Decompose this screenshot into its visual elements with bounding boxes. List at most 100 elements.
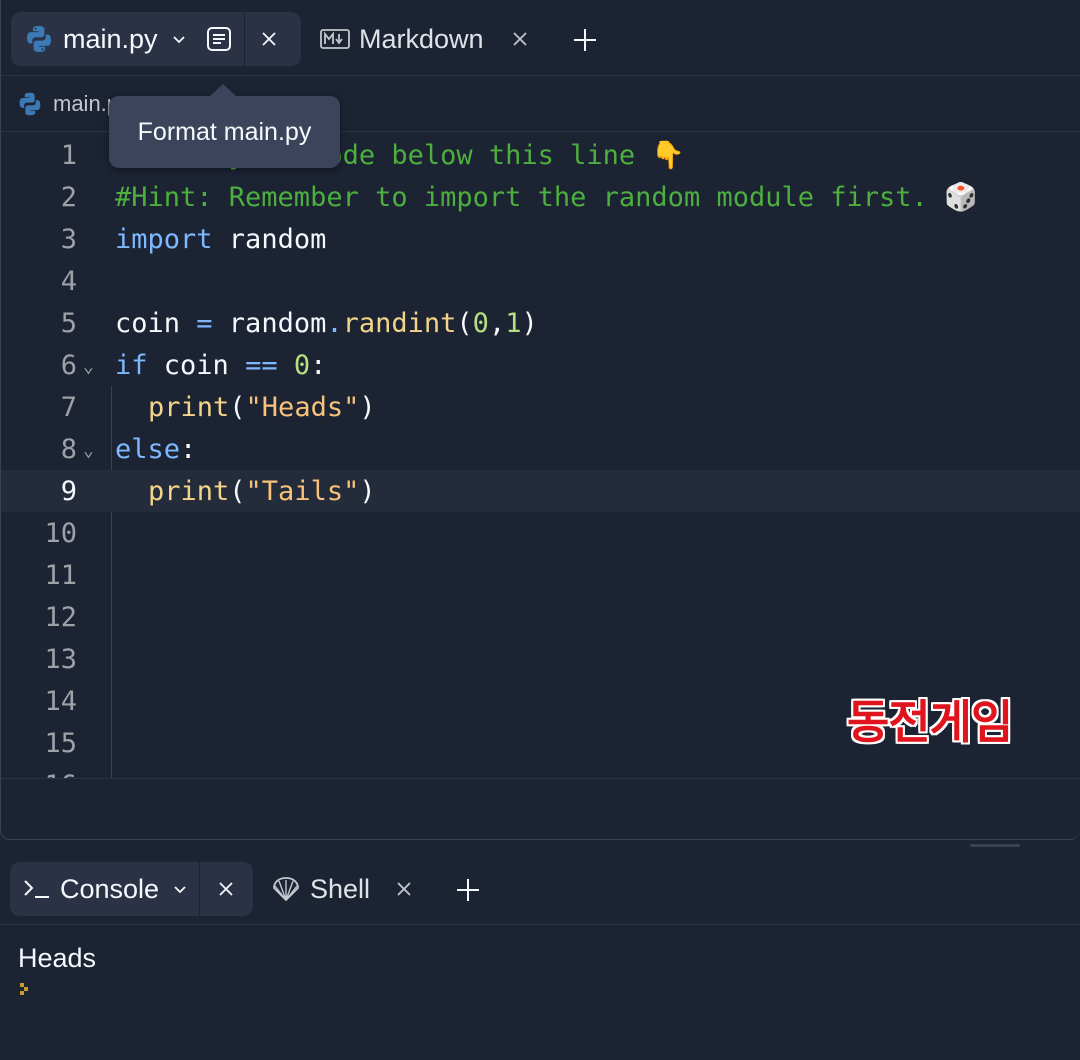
- tab-main-py[interactable]: main.py: [11, 12, 301, 66]
- code-line[interactable]: 6 ⌄ if coin == 0:: [1, 344, 1080, 386]
- paren: (: [456, 307, 473, 339]
- tab-shell[interactable]: Shell: [264, 862, 434, 916]
- python-icon: [17, 91, 43, 117]
- number: 0: [293, 349, 311, 381]
- line-number: 11: [44, 559, 77, 591]
- identifier: coin: [115, 307, 197, 339]
- code-text[interactable]: #Hint: Remember to import the random mod…: [115, 181, 978, 213]
- function-name: print: [148, 391, 230, 423]
- line-number: 9: [60, 475, 77, 507]
- function-name: print: [148, 475, 230, 507]
- add-tab-icon[interactable]: [450, 872, 486, 908]
- operator: =: [196, 307, 213, 339]
- code-text[interactable]: print("Tails"): [148, 476, 376, 507]
- code-line[interactable]: 8 ⌄ else:: [1, 428, 1080, 470]
- tab-label: Shell: [310, 873, 371, 904]
- code-line[interactable]: 12: [1, 596, 1080, 638]
- string: "Tails": [245, 475, 360, 507]
- colon: :: [310, 349, 327, 381]
- code-text[interactable]: else:: [115, 434, 196, 465]
- tab-separator: [243, 12, 245, 66]
- code-text[interactable]: if coin == 0:: [115, 350, 326, 381]
- code-line[interactable]: 7 print("Heads"): [1, 386, 1080, 428]
- code-line[interactable]: 2 #Hint: Remember to import the random m…: [1, 176, 1080, 218]
- identifier: coin: [147, 349, 246, 381]
- code-editor[interactable]: 1 #Write your code below this line 👇 2 #…: [1, 133, 1080, 778]
- tab-markdown[interactable]: Markdown: [313, 12, 543, 66]
- code-text[interactable]: print("Heads"): [148, 392, 376, 423]
- string: "Heads": [245, 391, 360, 423]
- keyword: import: [115, 223, 213, 255]
- line-number: 3: [60, 223, 77, 255]
- tab-separator: [199, 862, 201, 916]
- editor-footer-divider: [1, 778, 1080, 779]
- number: 1: [505, 307, 522, 339]
- fold-chevron-icon[interactable]: ⌄: [83, 440, 94, 461]
- close-icon[interactable]: [508, 30, 532, 48]
- paren: (: [229, 475, 246, 507]
- keyword: if: [115, 349, 148, 381]
- tab-console[interactable]: Console: [10, 862, 253, 916]
- format-tooltip: Format main.py: [109, 84, 340, 168]
- identifier: random: [212, 223, 327, 255]
- close-icon[interactable]: [257, 30, 281, 48]
- identifier: random: [212, 307, 327, 339]
- tab-label: Markdown: [359, 23, 484, 54]
- editor-panel: main.py Markdown main.py Format main.py …: [0, 0, 1080, 840]
- line-number: 10: [44, 517, 77, 549]
- console-panel: Console Shell Heads: [0, 855, 1080, 1060]
- paren: ): [359, 391, 376, 423]
- line-number: 7: [60, 391, 77, 423]
- code-text[interactable]: coin = random.randint(0,1): [115, 308, 538, 339]
- line-number: 16: [1, 770, 77, 779]
- python-icon: [23, 23, 55, 55]
- close-icon[interactable]: [392, 880, 416, 898]
- tab-label: Console: [60, 873, 160, 904]
- markdown-icon: [319, 24, 351, 54]
- code-line-current[interactable]: 9 print("Tails"): [1, 470, 1080, 512]
- console-tabbar: Console Shell: [0, 855, 1080, 925]
- colon: :: [180, 433, 197, 465]
- code-text[interactable]: import random: [115, 224, 326, 255]
- line-number: 6: [60, 349, 77, 381]
- panel-resize-handle[interactable]: [970, 844, 1020, 847]
- code-line[interactable]: 4: [1, 260, 1080, 302]
- code-line[interactable]: 16: [1, 764, 1080, 779]
- paren: ): [521, 307, 538, 339]
- line-number: 15: [44, 727, 77, 759]
- paren: (: [229, 391, 246, 423]
- tab-label: main.py: [63, 23, 158, 54]
- line-number: 5: [60, 307, 77, 339]
- code-line[interactable]: 13: [1, 638, 1080, 680]
- line-number: 12: [44, 601, 77, 633]
- console-output: Heads: [18, 943, 97, 973]
- chevron-down-icon[interactable]: [170, 24, 188, 54]
- shell-icon: [270, 874, 302, 904]
- line-number: 8: [60, 433, 77, 465]
- format-icon[interactable]: [204, 24, 234, 54]
- code-line[interactable]: 3 import random: [1, 218, 1080, 260]
- code-line[interactable]: 10: [1, 512, 1080, 554]
- watermark-text: 동전게임: [847, 695, 1013, 749]
- line-number: 2: [60, 181, 77, 213]
- line-number: 13: [44, 643, 77, 675]
- add-tab-icon[interactable]: [567, 22, 603, 58]
- editor-tabbar: main.py Markdown: [1, 0, 1080, 76]
- line-number: 1: [60, 139, 77, 171]
- number: 0: [472, 307, 489, 339]
- chevron-down-icon[interactable]: [171, 874, 189, 904]
- line-number: 4: [60, 265, 77, 297]
- code-line[interactable]: 11: [1, 554, 1080, 596]
- terminal-icon: [22, 874, 52, 904]
- paren: ): [359, 475, 376, 507]
- close-icon[interactable]: [214, 880, 238, 898]
- operator: ==: [245, 349, 278, 381]
- comma: ,: [488, 307, 506, 339]
- code-line[interactable]: 5 coin = random.randint(0,1): [1, 302, 1080, 344]
- keyword: else: [115, 433, 181, 465]
- function-name: randint: [342, 307, 457, 339]
- fold-chevron-icon[interactable]: ⌄: [83, 356, 94, 377]
- tooltip-text: Format main.py: [137, 117, 312, 146]
- operator: .: [326, 307, 343, 339]
